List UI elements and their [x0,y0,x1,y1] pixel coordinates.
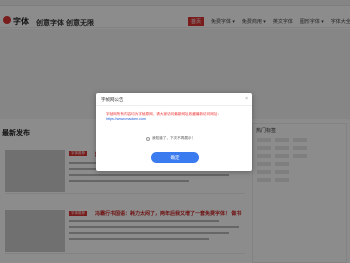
confirm-button[interactable]: 确定 [151,152,199,163]
close-icon[interactable]: × [245,96,248,102]
dialog-divider [96,105,252,106]
dont-show-again[interactable]: 我知道了，下次不再展示！ [146,136,195,141]
announcement-dialog: 字帧网公告 × 字帧网所有内容均为字帧原网，请大家访问最新网址收藏最新访问网址：… [96,93,252,171]
notice-message: 字帧网所有内容均为字帧原网，请大家访问最新网址收藏最新访问网址： [106,112,221,116]
notice-url-link[interactable]: https://www.maoken.com [106,117,242,122]
dont-show-label[interactable]: 我知道了，下次不再展示！ [152,136,195,141]
dialog-title: 字帧网公告 [101,97,124,102]
notice-text: 字帧网所有内容均为字帧原网，请大家访问最新网址收藏最新访问网址： https:/… [106,112,242,122]
dont-show-checkbox[interactable] [146,136,150,141]
